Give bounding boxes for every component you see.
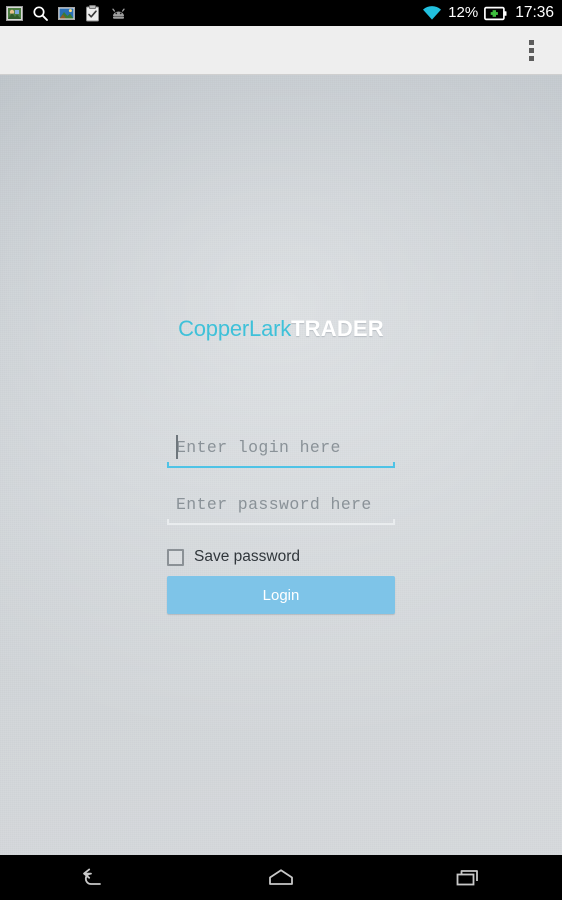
password-input[interactable] — [167, 489, 395, 519]
login-field-container — [167, 432, 395, 468]
overflow-menu-icon[interactable] — [508, 26, 554, 75]
text-caret — [176, 435, 178, 459]
status-bar-system: 12% 17:36 — [422, 0, 554, 26]
underline-line — [167, 466, 395, 468]
password-field-underline — [167, 519, 395, 525]
recent-apps-button[interactable] — [375, 855, 562, 900]
app-logo: CopperLarkTRADER — [0, 315, 562, 343]
photo-app-icon — [6, 5, 23, 21]
android-screen: 12% 17:36 CopperLarkTRADER Enter login h… — [0, 0, 562, 900]
clock-label: 17:36 — [515, 4, 554, 21]
login-field-underline — [167, 462, 395, 468]
battery-charging-icon — [484, 6, 507, 20]
underline-tick-right — [393, 519, 395, 525]
clipboard-icon — [86, 4, 99, 21]
back-icon — [82, 868, 101, 885]
password-field-container — [167, 489, 395, 525]
gallery-icon — [58, 6, 75, 20]
save-password-row[interactable]: Save password — [167, 544, 395, 570]
search-icon — [33, 5, 48, 21]
login-input[interactable] — [167, 432, 395, 462]
home-icon — [269, 868, 293, 885]
save-password-label: Save password — [194, 548, 300, 565]
brand-name-secondary: TRADER — [291, 316, 384, 341]
recent-apps-icon — [456, 869, 479, 885]
wifi-icon — [423, 6, 442, 20]
overflow-dot — [528, 39, 534, 45]
battery-percent-label: 12% — [448, 4, 479, 21]
navigation-bar — [0, 855, 562, 900]
login-form: CopperLarkTRADER Enter login here Enter … — [0, 75, 562, 855]
app-content: CopperLarkTRADER Enter login here Enter … — [0, 75, 562, 855]
android-update-icon — [112, 8, 125, 19]
status-bar-notifications — [6, 4, 127, 22]
underline-tick-right — [393, 462, 395, 468]
save-password-checkbox[interactable] — [167, 548, 184, 566]
brand-name-primary: CopperLark — [178, 316, 292, 341]
action-bar — [0, 26, 562, 75]
overflow-dot — [528, 55, 534, 61]
overflow-dot — [528, 47, 534, 53]
login-button[interactable]: Login — [167, 576, 395, 614]
underline-line — [167, 523, 395, 525]
home-button[interactable] — [187, 855, 374, 900]
back-button[interactable] — [0, 855, 187, 900]
status-bar: 12% 17:36 — [0, 0, 562, 26]
